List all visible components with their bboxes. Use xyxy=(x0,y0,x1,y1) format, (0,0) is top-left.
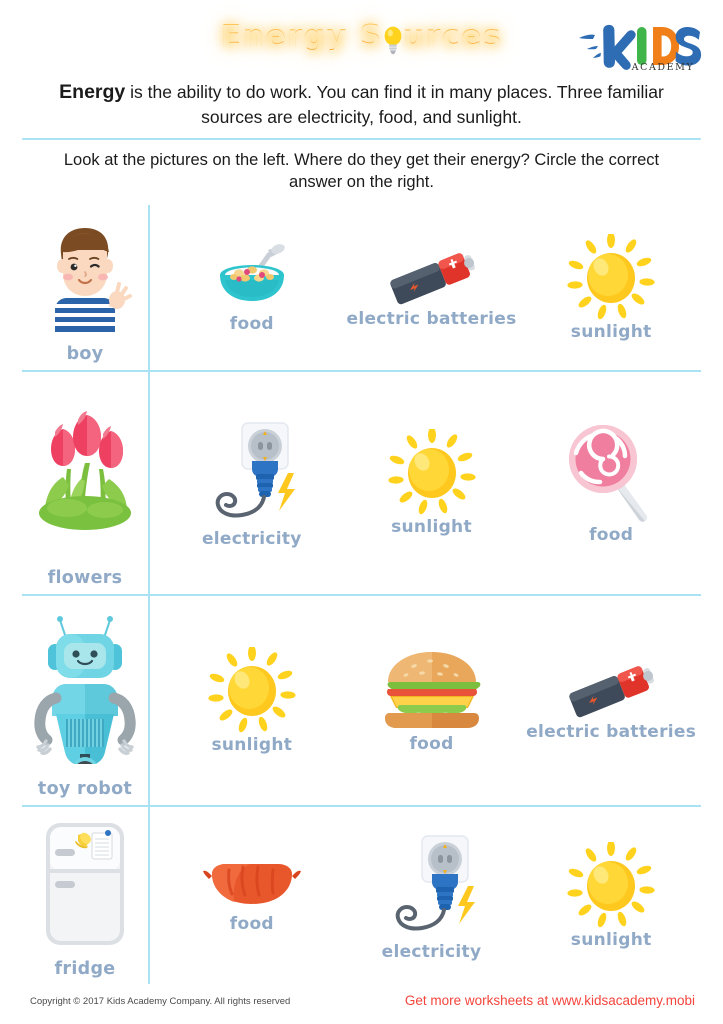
row-options: sunlight food electric batteries xyxy=(148,596,701,805)
worksheet-page: Energy Surces ACADEMY Energy is the abil… xyxy=(0,0,723,1024)
subject-label: toy robot xyxy=(37,779,133,800)
page-header: Energy S urces ACADEMY xyxy=(0,0,723,78)
table-row: toy robot sunlight food electric batteri… xyxy=(22,596,701,807)
option-sunlight[interactable]: sunlight xyxy=(521,205,701,370)
option-food[interactable]: food xyxy=(162,807,342,985)
option-label: electricity xyxy=(201,529,302,550)
option-electric-batteries[interactable]: electric batteries xyxy=(342,205,522,370)
svg-text:ACADEMY: ACADEMY xyxy=(631,62,695,72)
option-label: sunlight xyxy=(211,734,293,755)
row-subject: toy robot xyxy=(22,596,148,805)
plug-socket-icon xyxy=(196,417,308,529)
boy-icon xyxy=(22,205,148,346)
instruction-text: Look at the pictures on the left. Where … xyxy=(63,150,660,192)
row-subject: fridge xyxy=(22,807,148,985)
sun-icon xyxy=(386,429,478,517)
option-label: food xyxy=(409,733,454,754)
row-subject: flowers xyxy=(22,372,148,594)
robot-icon xyxy=(22,596,148,781)
row-options: electricity sunlight food xyxy=(148,372,701,594)
intro-paragraph: Energy is the ability to do work. You ca… xyxy=(0,78,723,129)
sun-icon xyxy=(206,646,298,735)
row-subject: boy xyxy=(22,205,148,370)
intro-text: is the ability to do work. You can find … xyxy=(125,82,664,127)
option-sunlight[interactable]: sunlight xyxy=(521,807,701,985)
lollipop-icon xyxy=(563,421,659,525)
page-footer: Copyright © 2017 Kids Academy Company. A… xyxy=(0,992,723,1016)
intro-bold-word: Energy xyxy=(59,81,126,103)
option-label: food xyxy=(229,313,274,334)
promo-link[interactable]: Get more worksheets at www.kidsacademy.m… xyxy=(405,993,695,1008)
option-label: electric batteries xyxy=(346,308,517,329)
sausage-icon xyxy=(196,858,308,914)
worksheet-grid: boy food electric batteries sunlight flo… xyxy=(22,205,701,984)
tulips-icon xyxy=(22,372,148,570)
option-label: food xyxy=(589,525,634,546)
copyright-text: Copyright © 2017 Kids Academy Company. A… xyxy=(30,996,291,1007)
lightbulb-icon xyxy=(383,23,403,55)
row-options: food xyxy=(148,807,701,985)
sun-icon xyxy=(565,842,657,930)
option-label: sunlight xyxy=(570,930,652,951)
row-options: food xyxy=(148,205,701,370)
sun-icon xyxy=(565,233,657,322)
battery-icon xyxy=(377,247,487,309)
subject-label: boy xyxy=(66,344,104,365)
fridge-icon xyxy=(22,807,148,961)
subject-label: flowers xyxy=(47,568,123,589)
option-electricity[interactable]: electricity xyxy=(342,807,522,985)
cereal-bowl-icon xyxy=(206,242,298,314)
option-sunlight[interactable]: sunlight xyxy=(342,372,522,594)
table-row: fridge food electricity sunlight xyxy=(22,807,701,985)
subject-label: fridge xyxy=(54,959,116,980)
page-title-part2: urces xyxy=(402,19,503,54)
kids-academy-logo: ACADEMY xyxy=(577,16,705,72)
burger-icon xyxy=(380,648,484,734)
option-food[interactable]: food xyxy=(521,372,701,594)
option-label: food xyxy=(229,914,274,935)
option-electricity[interactable]: electricity xyxy=(162,372,342,594)
option-food[interactable]: food xyxy=(162,205,342,370)
option-electric-batteries[interactable]: electric batteries xyxy=(521,596,701,805)
option-label: electric batteries xyxy=(526,721,697,742)
battery-icon xyxy=(556,660,666,722)
option-label: sunlight xyxy=(570,321,652,342)
plug-socket-icon xyxy=(376,830,488,942)
table-row: boy food electric batteries sunlight xyxy=(22,205,701,372)
option-label: sunlight xyxy=(391,517,472,538)
option-label: electricity xyxy=(381,942,482,963)
option-sunlight[interactable]: sunlight xyxy=(162,596,342,805)
option-food[interactable]: food xyxy=(342,596,522,805)
table-row: flowers electricity sunlight food xyxy=(22,372,701,596)
page-title-part1: Energy S xyxy=(220,19,383,54)
